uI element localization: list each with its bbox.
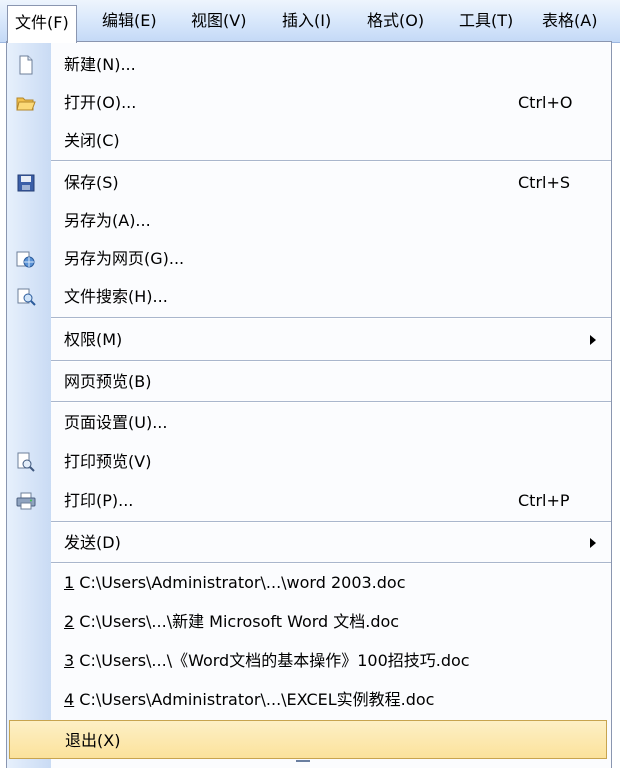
shortcut-label: Ctrl+O — [518, 93, 573, 112]
menu-view[interactable]: 视图(V) — [185, 7, 252, 35]
menu-file[interactable]: 文件(F) — [7, 5, 77, 43]
menu-item-recent-file-1[interactable]: 1 C:\Users\Administrator\...\word 2003.d… — [7, 563, 611, 602]
menu-bar: 文件(F) 编辑(E) 视图(V) 插入(I) 格式(O) 工具(T) 表格(A… — [0, 0, 620, 43]
menu-item-label: 保存(S) — [64, 173, 119, 192]
recent-file-number: 4 — [64, 690, 75, 709]
menu-item-recent-file-3[interactable]: 3 C:\Users\...\《Word文档的基本操作》100招技巧.doc — [7, 641, 611, 680]
menu-item-label: 页面设置(U)... — [64, 413, 168, 432]
menu-item-label: 新建(N)... — [64, 55, 136, 74]
recent-file-label: 2 C:\Users\...\新建 Microsoft Word 文档.doc — [64, 602, 399, 641]
menu-item-label: 另存为(A)... — [64, 211, 151, 230]
submenu-arrow-icon — [590, 335, 596, 345]
menu-item-label: 关闭(C) — [64, 131, 120, 150]
menu-item-page-setup[interactable]: 页面设置(U)... — [7, 403, 611, 442]
menu-tools[interactable]: 工具(T) — [453, 7, 519, 35]
shortcut-label: Ctrl+P — [518, 491, 570, 510]
menu-item-label: 文件搜索(H)... — [64, 287, 168, 306]
new-document-icon — [16, 55, 36, 75]
menu-item-label: 另存为网页(G)... — [64, 249, 185, 268]
menu-item-label: 权限(M) — [64, 330, 123, 349]
menu-item-print[interactable]: 打印(P)... Ctrl+P — [7, 481, 611, 520]
menu-item-send[interactable]: 发送(D) — [7, 523, 611, 562]
expand-menu-chevron-icon[interactable] — [296, 760, 310, 768]
menu-item-label: 打开(O)... — [64, 93, 137, 112]
print-preview-icon — [16, 452, 36, 472]
menu-item-new[interactable]: 新建(N)... — [7, 45, 611, 84]
submenu-arrow-icon — [590, 538, 596, 548]
recent-file-number: 1 — [64, 573, 75, 592]
printer-icon — [16, 491, 36, 511]
shortcut-label: Ctrl+S — [518, 173, 571, 192]
recent-file-label: 3 C:\Users\...\《Word文档的基本操作》100招技巧.doc — [64, 641, 470, 680]
open-folder-icon — [16, 93, 36, 113]
menu-item-open[interactable]: 打开(O)... Ctrl+O — [7, 83, 611, 122]
menu-format[interactable]: 格式(O) — [361, 7, 430, 35]
recent-file-path: C:\Users\Administrator\...\EXCEL实例教程.doc — [79, 690, 435, 709]
menu-item-label: 发送(D) — [64, 533, 121, 552]
menu-item-exit[interactable]: 退出(X) — [9, 720, 607, 759]
menu-item-recent-file-2[interactable]: 2 C:\Users\...\新建 Microsoft Word 文档.doc — [7, 602, 611, 641]
menu-edit[interactable]: 编辑(E) — [96, 7, 163, 35]
recent-file-path: C:\Users\...\《Word文档的基本操作》100招技巧.doc — [79, 651, 470, 670]
menu-item-label: 打印预览(V) — [64, 452, 152, 471]
file-menu-dropdown: 新建(N)... 打开(O)... Ctrl+O 关闭(C) 保存(S) Ctr… — [6, 41, 612, 768]
menu-item-save[interactable]: 保存(S) Ctrl+S — [7, 163, 611, 202]
menu-table[interactable]: 表格(A) — [536, 7, 603, 35]
menu-item-print-preview[interactable]: 打印预览(V) — [7, 442, 611, 481]
menu-item-recent-file-4[interactable]: 4 C:\Users\Administrator\...\EXCEL实例教程.d… — [7, 680, 611, 719]
web-page-icon — [16, 249, 36, 269]
menu-item-label: 退出(X) — [65, 731, 121, 750]
menu-item-save-as-web[interactable]: 另存为网页(G)... — [7, 239, 611, 278]
menu-item-label: 网页预览(B) — [64, 372, 152, 391]
recent-file-number: 3 — [64, 651, 75, 670]
recent-file-label: 4 C:\Users\Administrator\...\EXCEL实例教程.d… — [64, 680, 434, 719]
menu-insert[interactable]: 插入(I) — [276, 7, 337, 35]
menu-item-close[interactable]: 关闭(C) — [7, 121, 611, 160]
menu-separator — [51, 160, 611, 162]
recent-file-path: C:\Users\Administrator\...\word 2003.doc — [79, 573, 406, 592]
menu-item-permission[interactable]: 权限(M) — [7, 320, 611, 359]
save-disk-icon — [16, 173, 36, 193]
recent-file-number: 2 — [64, 612, 75, 631]
menu-item-save-as[interactable]: 另存为(A)... — [7, 201, 611, 240]
menu-item-web-preview[interactable]: 网页预览(B) — [7, 362, 611, 401]
menu-separator — [51, 317, 611, 319]
recent-file-label: 1 C:\Users\Administrator\...\word 2003.d… — [64, 563, 406, 602]
menu-item-file-search[interactable]: 文件搜索(H)... — [7, 277, 611, 316]
menu-item-label: 打印(P)... — [64, 491, 134, 510]
file-search-icon — [16, 287, 36, 307]
recent-file-path: C:\Users\...\新建 Microsoft Word 文档.doc — [79, 612, 400, 631]
